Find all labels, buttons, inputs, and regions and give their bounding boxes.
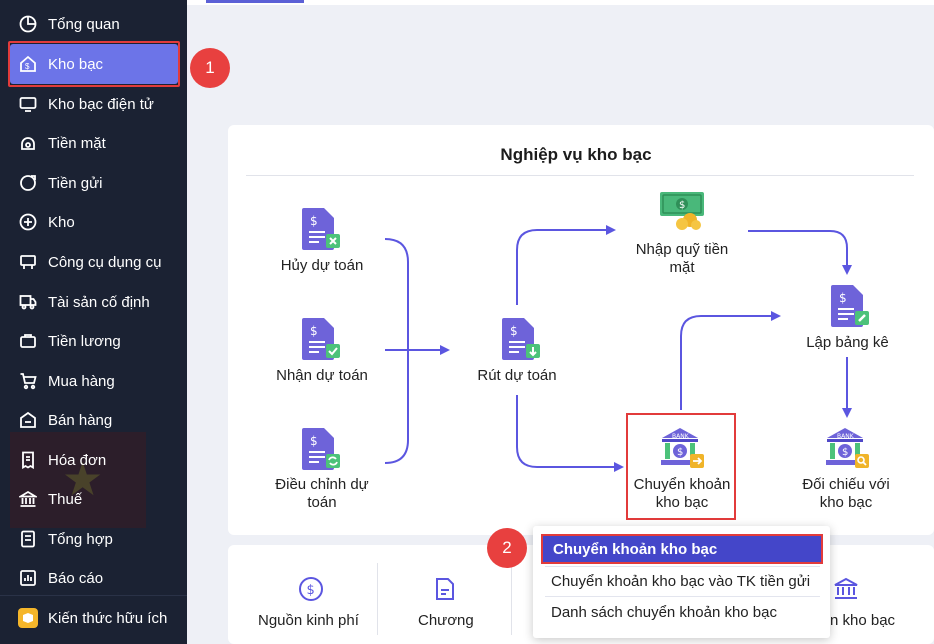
bottom-item-nguon-kinh-phi[interactable]: Nguồn kinh phí [258, 612, 359, 629]
node-label-line-2: mặt [669, 259, 695, 276]
node-rut-du-toan[interactable]: Rút dự toán [462, 367, 572, 385]
withdraw-estimate-icon[interactable]: $ [500, 316, 542, 362]
funding-source-icon[interactable]: $ [298, 576, 324, 602]
chapter-icon[interactable] [432, 576, 458, 602]
bottom-item-chuong[interactable]: Chương [418, 612, 474, 629]
dropdown-item-chuyen-khoan[interactable]: Chuyển khoản kho bạc [541, 534, 823, 564]
node-label-line-1: Nhập quỹ tiền [635, 241, 729, 258]
bottom-separator [377, 563, 378, 635]
treasury-transfer-dropdown: Chuyển khoản kho bạc Chuyển khoản kho bạ… [533, 526, 830, 638]
svg-text:$: $ [842, 447, 848, 458]
step-badge-2: 2 [487, 528, 527, 568]
svg-text:$: $ [310, 324, 318, 338]
node-label-line-2: kho bạc [819, 494, 873, 511]
svg-text:$: $ [310, 214, 318, 228]
node-nhan-du-toan[interactable]: Nhận dự toán [257, 367, 387, 385]
dropdown-item-danh-sach[interactable]: Danh sách chuyển khoản kho bạc [541, 597, 823, 627]
node-dieu-chinh-du-toan[interactable]: Điều chỉnh dự toán [262, 476, 382, 512]
cash-fund-icon[interactable]: $ [658, 190, 706, 232]
bottom-item-tk-kho-bac[interactable]: n kho bạc [830, 612, 895, 629]
receive-estimate-icon[interactable]: $ [300, 316, 342, 362]
node-label-line-1: Điều chỉnh dự [275, 476, 369, 493]
node-nhap-quy-tien-mat[interactable]: Nhập quỹ tiền mặt [618, 241, 746, 277]
treasury-account-icon[interactable] [833, 576, 859, 602]
node-huy-du-toan[interactable]: Hủy dự toán [262, 257, 382, 275]
node-lap-bang-ke[interactable]: Lập bảng kê [795, 334, 900, 352]
cancel-estimate-icon[interactable]: $ [300, 206, 342, 252]
adjust-estimate-icon[interactable]: $ [300, 426, 342, 472]
bottom-separator [511, 563, 512, 635]
svg-text:$: $ [310, 434, 318, 448]
svg-text:$: $ [307, 583, 315, 598]
highlight-box-chuyen-khoan [626, 413, 736, 520]
create-statement-icon[interactable]: $ [829, 283, 871, 329]
dropdown-item-chuyen-khoan-tk-tien-gui[interactable]: Chuyển khoản kho bạc vào TK tiền gửi [541, 566, 823, 596]
node-label-line-1: Đối chiếu với [802, 476, 890, 493]
svg-text:BANK: BANK [837, 433, 855, 440]
node-label-line-2: toán [307, 494, 337, 511]
reconcile-treasury-icon[interactable]: BANK $ [823, 426, 871, 470]
node-doi-chieu-kho-bac[interactable]: Đối chiếu với kho bạc [790, 476, 902, 512]
svg-text:$: $ [510, 324, 518, 338]
svg-text:$: $ [839, 291, 847, 305]
svg-text:$: $ [679, 200, 685, 211]
